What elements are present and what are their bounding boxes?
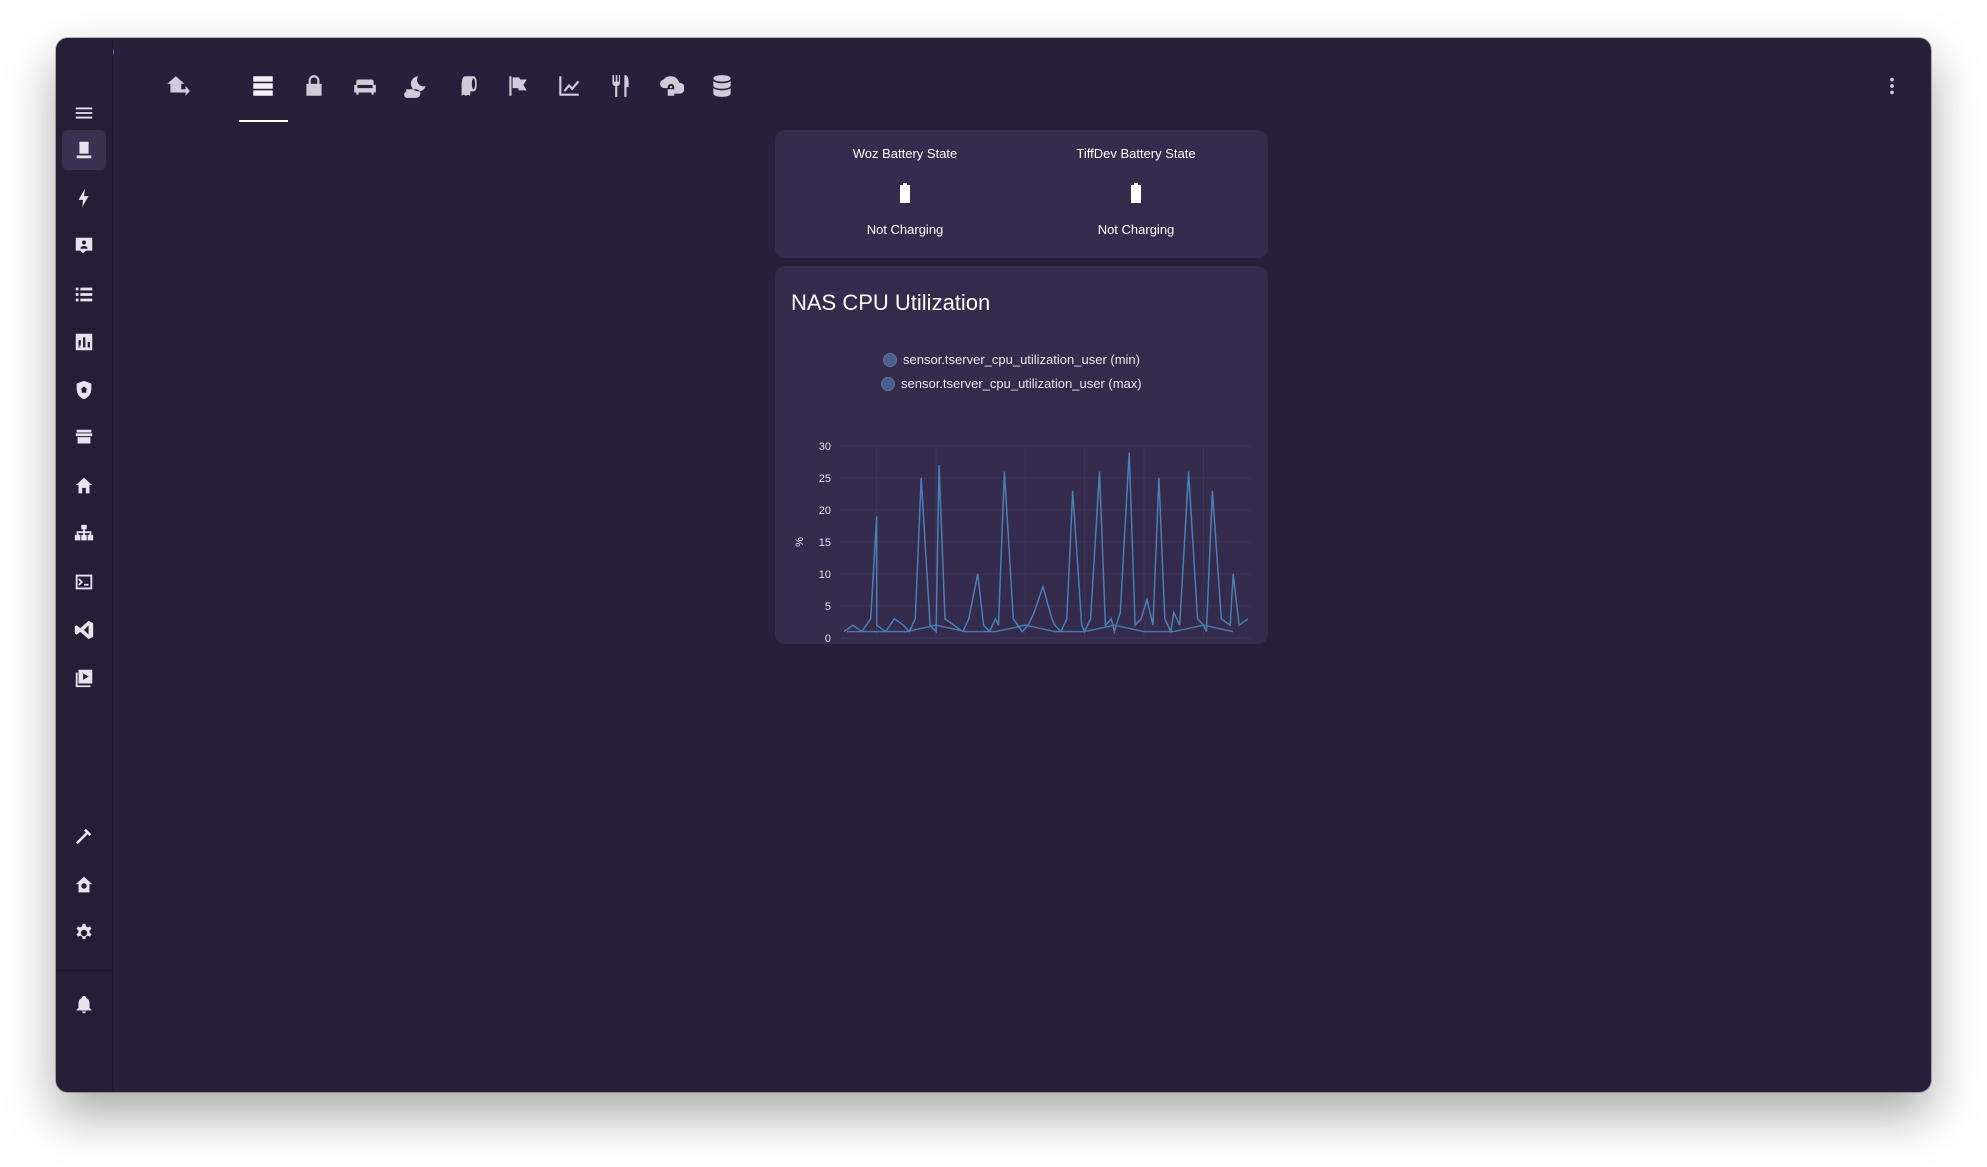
tab-server[interactable] — [239, 66, 287, 106]
sidebar-item-list[interactable] — [62, 274, 106, 314]
sidebar-item-home[interactable] — [62, 466, 106, 506]
gear-icon — [76, 923, 92, 940]
sidebar-item-vscode[interactable] — [62, 610, 106, 650]
tab-silverware[interactable] — [596, 66, 644, 106]
entity-state: Not Charging — [1097, 222, 1175, 237]
tab-weather-night[interactable] — [392, 66, 440, 106]
store-icon — [75, 429, 93, 444]
y-tick-label: 25 — [819, 473, 831, 485]
list-icon — [75, 287, 93, 302]
tab-cloud-lock[interactable] — [647, 66, 695, 106]
flag-icon — [509, 76, 527, 96]
sidebar-item-overview[interactable] — [62, 130, 106, 170]
hamburger-menu-icon — [75, 107, 93, 119]
server-icon — [253, 76, 273, 96]
weather-night-icon — [404, 76, 426, 98]
top-app-bar — [112, 38, 1931, 128]
tab-flag[interactable] — [494, 66, 542, 106]
battery-glance-card: Woz Battery State Not Charging TiffDev B… — [775, 130, 1268, 258]
silverware-icon — [612, 75, 629, 97]
sidebar-item-network[interactable] — [62, 514, 106, 554]
active-tab-indicator — [239, 120, 288, 122]
badge-icon — [76, 141, 92, 159]
y-tick-label: 15 — [819, 537, 831, 549]
message-person-icon — [75, 237, 93, 254]
y-axis-label: % — [794, 537, 806, 547]
app-window: Woz Battery State Not Charging TiffDev B… — [56, 38, 1931, 1092]
bar-chart-icon — [75, 333, 93, 351]
tab-chart-line[interactable] — [545, 66, 593, 106]
sidebar-item-security[interactable] — [62, 370, 106, 410]
sidebar-item-terminal[interactable] — [62, 562, 106, 602]
home-icon — [75, 477, 93, 494]
sofa-icon — [354, 79, 376, 95]
chart-line-icon — [559, 76, 580, 96]
sidebar-item-logbook[interactable] — [62, 226, 106, 266]
database-icon — [713, 75, 731, 97]
sidebar-item-history[interactable] — [62, 322, 106, 362]
sidebar-item-energy[interactable] — [62, 178, 106, 218]
y-tick-label: 30 — [819, 441, 831, 453]
hammer-icon — [75, 828, 92, 845]
entity-name: TiffDev Battery State — [1076, 146, 1196, 161]
dots-vertical-icon — [1890, 77, 1894, 95]
entity-name: Woz Battery State — [852, 146, 958, 161]
tab-database[interactable] — [698, 66, 746, 106]
home-export-icon — [167, 76, 190, 96]
sidebar-item-media[interactable] — [62, 658, 106, 698]
menu-toggle-button[interactable] — [62, 93, 106, 133]
entity-state: Not Charging — [866, 222, 944, 237]
sidebar-item-developer-tools[interactable] — [62, 817, 106, 857]
tab-sofa[interactable] — [341, 66, 389, 106]
tab-paper-roll[interactable] — [443, 66, 491, 106]
bell-icon — [76, 995, 92, 1014]
sidebar-item-hacs[interactable] — [62, 418, 106, 458]
home-gear-icon — [75, 876, 93, 893]
paper-roll-icon — [461, 76, 477, 96]
tab-home-export[interactable] — [154, 66, 202, 106]
sidebar — [56, 38, 113, 1092]
lock-icon — [306, 75, 322, 96]
sitemap-icon — [74, 524, 94, 541]
tab-lock[interactable] — [290, 66, 338, 106]
battery-icon — [1130, 183, 1142, 203]
lightning-icon — [78, 188, 89, 208]
cloud-lock-icon — [660, 76, 684, 96]
play-box-icon — [75, 669, 93, 688]
history-graph-card: NAS CPU Utilization sensor.tserver_cpu_u… — [775, 266, 1268, 644]
y-tick-label: 0 — [825, 633, 831, 644]
cpu-chart[interactable]: 051015202530Sep 22Sep 24Sep 27Sep 29Octo… — [775, 266, 1268, 644]
shield-home-icon — [76, 380, 92, 400]
vscode-icon — [74, 620, 94, 640]
y-tick-label: 10 — [819, 569, 831, 581]
overflow-menu-button[interactable] — [1872, 66, 1912, 106]
sidebar-item-assist[interactable] — [62, 865, 106, 905]
y-tick-label: 5 — [825, 601, 831, 613]
sidebar-divider — [56, 970, 112, 971]
sidebar-item-notifications[interactable] — [62, 985, 106, 1025]
y-tick-label: 20 — [819, 505, 831, 517]
sidebar-item-settings[interactable] — [62, 913, 106, 953]
terminal-icon — [75, 574, 93, 590]
battery-icon — [899, 183, 911, 203]
